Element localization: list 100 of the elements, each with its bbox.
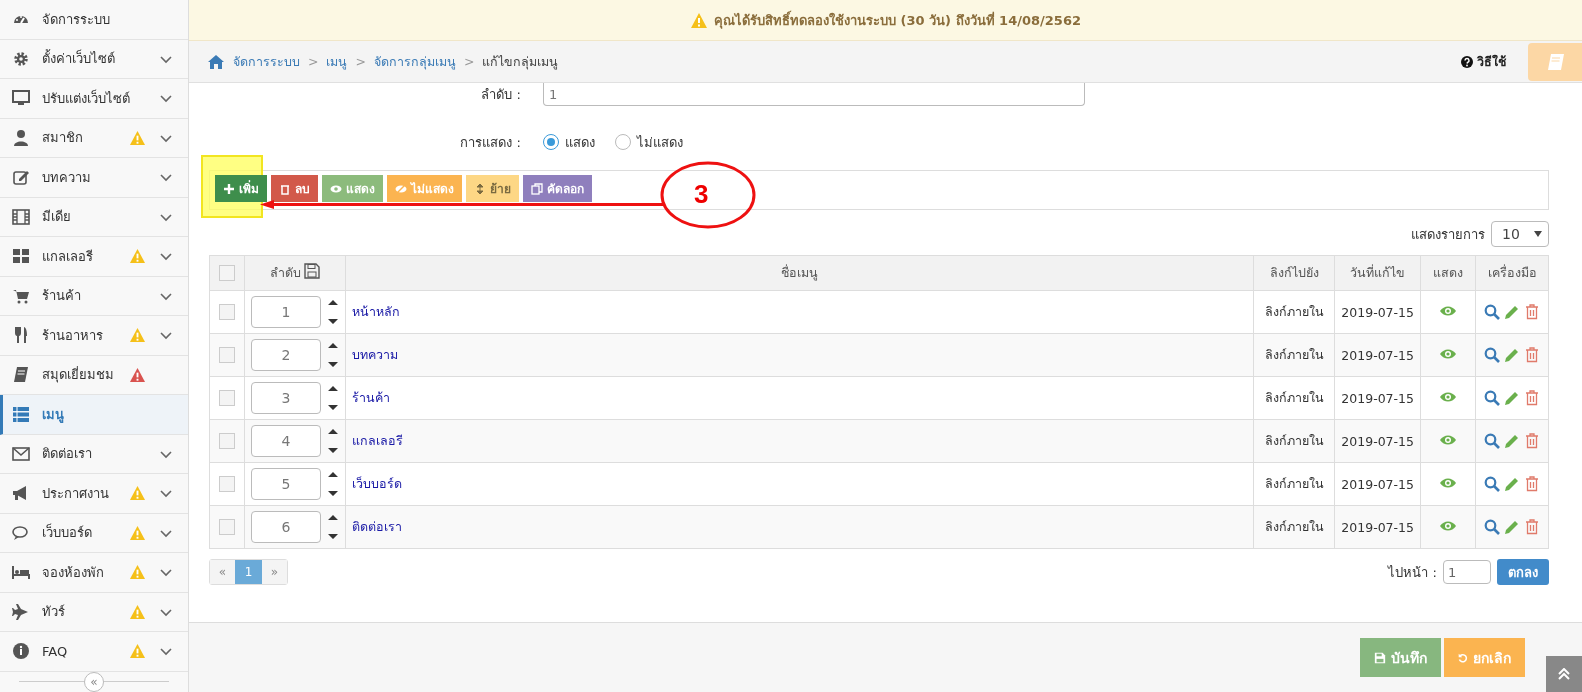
sidebar-item[interactable]: แกลเลอรี <box>0 237 188 277</box>
delete-button[interactable]: ลบ <box>271 175 318 202</box>
sidebar-item[interactable]: ร้านค้า <box>0 276 188 316</box>
column-header: ลิงก์ไปยัง <box>1269 265 1319 280</box>
breadcrumb-separator: > <box>463 54 475 69</box>
row-checkbox[interactable] <box>219 304 235 320</box>
pencil-icon[interactable] <box>1504 433 1520 449</box>
row-checkbox[interactable] <box>219 476 235 492</box>
sidebar-item[interactable]: ทัวร์ <box>0 592 188 632</box>
floppy-icon <box>1374 650 1386 665</box>
sidebar-item[interactable]: FAQ <box>0 632 188 672</box>
menu-name-link[interactable]: ติดต่อเรา <box>352 519 402 534</box>
sidebar-item[interactable]: ปรับแต่งเว็บไซต์ <box>0 79 188 119</box>
select-all-checkbox[interactable] <box>219 265 235 281</box>
page-size-select[interactable]: 10 <box>1491 221 1549 247</box>
order-field[interactable]: 1 <box>543 83 1085 106</box>
copy-icon <box>531 182 543 195</box>
goto-page-field[interactable]: 1 <box>1443 560 1491 584</box>
breadcrumb-item[interactable]: เมนู <box>326 51 348 72</box>
sidebar-item[interactable]: สมาชิก <box>0 118 188 158</box>
trash-icon <box>279 182 291 195</box>
collapse-button[interactable]: « <box>84 671 104 692</box>
envelope-icon <box>12 444 30 463</box>
trash-icon[interactable] <box>1524 433 1540 449</box>
radio-option[interactable]: แสดง <box>543 131 595 153</box>
sidebar-item[interactable]: ติดต่อเรา <box>0 434 188 474</box>
add-button[interactable]: เพิ่ม <box>215 175 267 202</box>
trash-icon[interactable] <box>1524 304 1540 320</box>
sidebar-item[interactable]: บทความ <box>0 158 188 198</box>
grid-icon <box>12 247 30 266</box>
breadcrumb-separator: > <box>355 54 366 69</box>
search-icon[interactable] <box>1484 390 1500 406</box>
sidebar-item[interactable]: ร้านอาหาร <box>0 316 188 356</box>
column-header: ลำดับ <box>269 265 301 280</box>
pencil-icon[interactable] <box>1504 390 1520 406</box>
column-header: ชื่อเมนู <box>781 265 819 280</box>
order-input[interactable]: 2 <box>251 339 321 371</box>
goto-page-label: ไปหน้า : <box>1388 563 1437 582</box>
pencil-icon[interactable] <box>1504 347 1520 363</box>
eye-slash-icon <box>395 182 407 195</box>
display-label: การแสดง : <box>459 133 522 152</box>
ok-button[interactable]: ตกลง <box>1497 559 1549 585</box>
trash-icon[interactable] <box>1524 476 1540 492</box>
search-icon[interactable] <box>1484 433 1500 449</box>
pencil-icon[interactable] <box>1504 519 1520 535</box>
sidebar-item[interactable]: จองห้องพัก <box>0 553 188 593</box>
copy-button[interactable]: คัดลอก <box>523 175 592 202</box>
radio-option[interactable]: ไม่แสดง <box>615 131 683 153</box>
pencil-icon[interactable] <box>1504 304 1520 320</box>
breadcrumb-separator: > <box>308 54 319 69</box>
search-icon[interactable] <box>1484 476 1500 492</box>
table-cell: 2019-07-15 <box>1341 347 1414 363</box>
row-checkbox[interactable] <box>219 347 235 363</box>
menu-name-link[interactable]: เว็บบอร์ด <box>352 476 402 491</box>
sidebar-item[interactable]: ประกาศงาน <box>0 474 188 514</box>
row-checkbox[interactable] <box>219 390 235 406</box>
breadcrumb-item[interactable]: จัดการกลุ่มเมนู <box>373 51 456 72</box>
book-icon <box>1545 52 1565 71</box>
menu-name-link[interactable]: บทความ <box>352 347 398 362</box>
pencil-icon[interactable] <box>1504 476 1520 492</box>
home-icon[interactable] <box>207 53 225 70</box>
trial-notice: คุณได้รับสิทธิ์ทดลองใช้งานระบบ (30 วัน) ถึงวันที่ 14/08/2562 <box>714 9 1081 31</box>
menu-name-link[interactable]: ร้านค้า <box>352 390 390 405</box>
trash-icon[interactable] <box>1524 347 1540 363</box>
breadcrumb-item[interactable]: จัดการระบบ <box>233 51 300 72</box>
table-cell: ลิงก์ภายใน <box>1264 347 1324 362</box>
table-cell: 2019-07-15 <box>1341 476 1414 492</box>
plane-icon <box>12 602 30 621</box>
save-icon[interactable] <box>304 263 321 279</box>
list-icon <box>12 405 30 424</box>
menu-name-link[interactable]: แกลเลอรี <box>352 433 403 448</box>
order-input[interactable]: 3 <box>251 382 321 414</box>
column-header: เครื่องมือ <box>1487 265 1537 280</box>
trash-icon[interactable] <box>1524 390 1540 406</box>
sidebar-item[interactable]: ตั้งค่าเว็บไซต์ <box>0 39 188 79</box>
table-cell: ลิงก์ภายใน <box>1264 519 1324 534</box>
sidebar-item[interactable]: มีเดีย <box>0 197 188 237</box>
row-checkbox[interactable] <box>219 519 235 535</box>
menu-name-link[interactable]: หน้าหลัก <box>352 304 400 319</box>
plus-icon <box>223 182 235 195</box>
table-cell: 2019-07-15 <box>1341 433 1414 449</box>
row-checkbox[interactable] <box>219 433 235 449</box>
scroll-top-button[interactable] <box>1546 656 1582 692</box>
warning-icon <box>690 11 709 29</box>
sidebar-item[interactable]: เมนู <box>0 395 188 435</box>
order-input[interactable]: 4 <box>251 425 321 457</box>
move-button[interactable]: ย้าย <box>466 175 519 202</box>
help-link[interactable]: วิธีใช้ <box>1461 51 1506 72</box>
info-icon <box>12 642 30 661</box>
order-input[interactable]: 6 <box>251 511 321 543</box>
sidebar-item[interactable]: จัดการระบบ <box>0 0 188 40</box>
search-icon[interactable] <box>1484 347 1500 363</box>
order-input[interactable]: 5 <box>251 468 321 500</box>
search-icon[interactable] <box>1484 304 1500 320</box>
double-chevron-up-icon <box>1558 668 1570 680</box>
table-cell: ลิงก์ภายใน <box>1264 390 1324 405</box>
sidebar-item[interactable]: เว็บบอร์ด <box>0 513 188 553</box>
trash-icon[interactable] <box>1524 519 1540 535</box>
search-icon[interactable] <box>1484 519 1500 535</box>
order-input[interactable]: 1 <box>251 296 321 328</box>
